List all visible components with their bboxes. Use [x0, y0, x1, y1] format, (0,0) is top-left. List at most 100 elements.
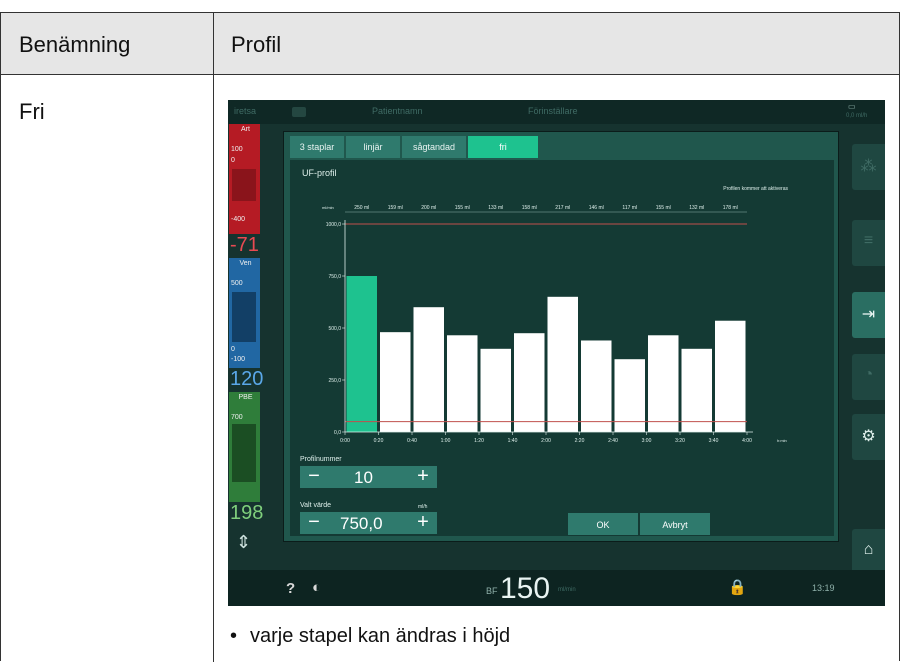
heparin-icon[interactable]: ◔	[852, 354, 885, 400]
x-tick-label: 4:00	[742, 438, 752, 444]
tab-linear[interactable]: linjär	[346, 136, 400, 158]
chart-bar[interactable]	[380, 332, 411, 432]
bar-volume-label: 146 ml	[589, 205, 604, 211]
selected-value-stepper: − 750,0 +	[300, 512, 437, 534]
bf-value: 150	[500, 572, 551, 605]
chart-bar[interactable]	[648, 335, 679, 432]
x-tick-label: 1:40	[508, 438, 518, 444]
clock: 13:19	[812, 583, 835, 593]
uf-profile-dialog: 3 staplar linjär sågtandad fri UF-profil…	[283, 131, 839, 542]
power-icon[interactable]: ◐	[312, 579, 321, 596]
bar-volume-label: 217 ml	[555, 205, 570, 211]
chart-bar[interactable]	[715, 320, 746, 432]
chart-bar[interactable]	[581, 340, 612, 432]
tab-free[interactable]: fri	[468, 136, 538, 158]
screen-icon	[292, 107, 306, 117]
art-pressure-block[interactable]: Art 100 0 -400	[229, 124, 260, 234]
patient-name: Patientnamn	[372, 106, 423, 116]
ok-button[interactable]: OK	[568, 513, 638, 535]
selected-value-plus-button[interactable]: +	[409, 512, 437, 534]
uf-profile-icon[interactable]: ⇥	[852, 292, 885, 338]
art-upper: 100	[231, 146, 243, 153]
service-icon[interactable]: ⚙	[852, 414, 885, 460]
chart-bar[interactable]	[480, 348, 512, 432]
selected-value-minus-button[interactable]: −	[300, 512, 328, 534]
settings-icon[interactable]: ≡	[852, 220, 885, 266]
x-tick-label: 1:20	[474, 438, 484, 444]
x-tick-label: 0:40	[407, 438, 417, 444]
ven-upper: 500	[231, 280, 243, 287]
y-tick-label: 0,0	[334, 430, 341, 436]
help-button[interactable]: ?	[286, 580, 295, 597]
uf-rate-label: 0,0 ml/h	[846, 113, 868, 119]
art-lower: -400	[231, 216, 246, 223]
x-tick-label: 3:00	[642, 438, 652, 444]
bar-volume-label: 159 ml	[388, 205, 403, 211]
chart-bar[interactable]	[681, 348, 713, 432]
tab-sawtooth[interactable]: sågtandad	[402, 136, 466, 158]
selected-value-unit: ml/h	[418, 504, 428, 510]
col-header-name: Benämning	[19, 32, 131, 57]
bar-volume-label: 155 ml	[656, 205, 671, 211]
bullet-item: • varje stapel kan ändras i höjd	[230, 625, 510, 648]
profile-number-stepper: − 10 +	[300, 466, 437, 488]
profile-number-value: 10	[354, 468, 373, 487]
bar-volume-label: 117 ml	[622, 205, 637, 211]
ktv-icon[interactable]: ⁂	[852, 144, 885, 190]
chart-bar[interactable]	[346, 276, 378, 432]
lock-icon[interactable]: 🔒	[728, 578, 747, 596]
bar-volume-label: 155 ml	[455, 205, 470, 211]
bar-volume-label: 250 ml	[354, 205, 369, 211]
x-tick-label: 0:00	[340, 438, 350, 444]
tab-label: sågtandad	[412, 142, 456, 152]
chart-bar[interactable]	[413, 307, 445, 432]
x-tick-label: 3:40	[709, 438, 719, 444]
x-tick-label: 3:20	[675, 438, 685, 444]
device-screenshot: iretsa Patientnamn Förinställare ▭ 0,0 m…	[228, 100, 885, 606]
tab-label: linjär	[363, 142, 383, 152]
art-zero: 0	[231, 157, 235, 164]
right-menu-column: ⁂ ≡ ⇥ ◔ ⚙ ⌂	[852, 124, 885, 575]
tab-label: 3 staplar	[299, 142, 335, 152]
row-name-cell: Fri	[19, 99, 45, 124]
pressure-column: Art 100 0 -400 -71 Ven 500 0 -100 120 PB…	[228, 124, 264, 554]
profile-number-minus-button[interactable]: −	[300, 466, 328, 488]
syringe-icon[interactable]: ⇕	[236, 532, 251, 553]
y-tick-label: 250,0	[328, 378, 341, 384]
x-tick-label: 1:00	[441, 438, 451, 444]
profile-number-label: Profilnummer	[300, 456, 342, 463]
table-header-row: Benämning Profil	[1, 13, 899, 75]
pbe-pressure-block[interactable]: PBE 700	[229, 392, 260, 502]
chart-bar[interactable]	[547, 296, 579, 432]
uf-profile-chart[interactable]: ml/min 250 ml 159 ml 200 ml 155 ml 133 ml 158 …	[290, 160, 834, 460]
chart-bar[interactable]	[614, 359, 646, 432]
bullet-text: varje stapel kan ändras i höjd	[250, 625, 511, 647]
program-name: Förinställare	[528, 106, 578, 116]
ven-label: Ven	[239, 260, 252, 267]
bullet-dot: •	[230, 625, 238, 647]
bar-volume-label: 133 ml	[488, 205, 503, 211]
pbe-upper: 700	[231, 414, 243, 421]
cancel-button[interactable]: Avbryt	[640, 513, 710, 535]
home-icon[interactable]: ⌂	[852, 529, 885, 575]
ven-pressure-block[interactable]: Ven 500 0 -100	[229, 258, 260, 368]
art-bar	[232, 169, 256, 201]
tab-3-bars[interactable]: 3 staplar	[290, 136, 344, 158]
pbe-label: PBE	[238, 394, 253, 401]
bar-volume-label: 200 ml	[421, 205, 436, 211]
chart-bar[interactable]	[514, 333, 545, 432]
selected-value-label: Valt värde	[300, 502, 331, 509]
x-axis-label: h:min	[777, 438, 787, 443]
y-tick-label: 750,0	[328, 274, 341, 280]
column-divider	[213, 13, 214, 662]
profile-number-plus-button[interactable]: +	[409, 466, 437, 488]
ven-lower: -100	[231, 356, 246, 363]
tab-label: fri	[499, 142, 507, 152]
x-tick-label: 2:40	[608, 438, 618, 444]
bar-volume-label: 178 ml	[723, 205, 738, 211]
bottom-status-bar: ? ◐ BF 150 ml/min 🔒 13:19	[228, 570, 885, 606]
chart-bar[interactable]	[447, 335, 478, 432]
x-tick-label: 0:20	[374, 438, 384, 444]
col-header-profile: Profil	[231, 32, 282, 57]
pbe-value: 198	[230, 502, 264, 524]
